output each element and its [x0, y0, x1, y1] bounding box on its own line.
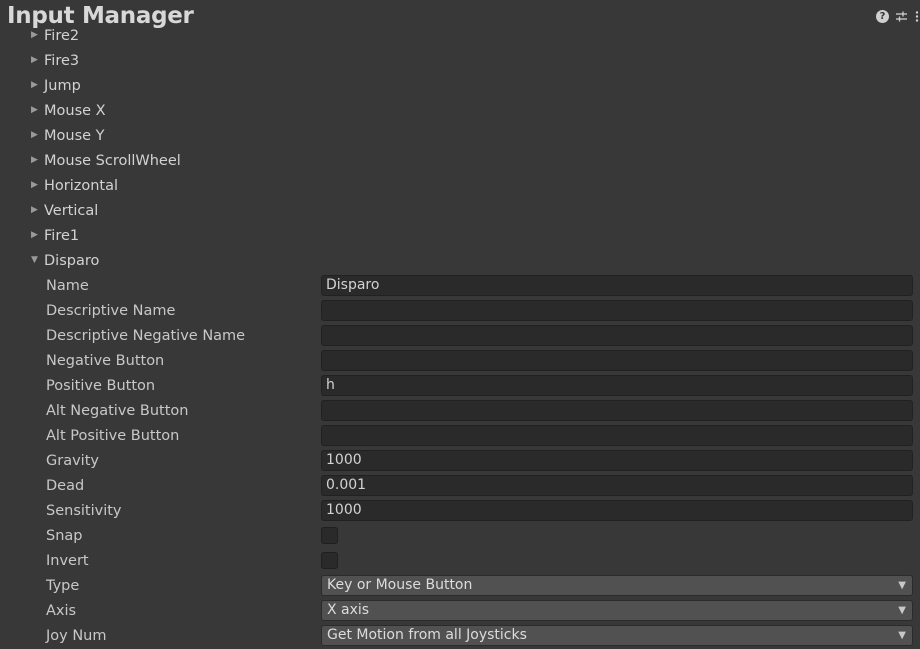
invert-checkbox[interactable]	[321, 552, 338, 569]
negative-button-field[interactable]	[321, 350, 913, 371]
axis-label: Fire3	[44, 53, 80, 69]
property-label: Snap	[46, 528, 83, 544]
type-dropdown[interactable]: Key or Mouse Button ▼	[321, 575, 913, 596]
property-label: Gravity	[46, 453, 99, 469]
alt-positive-button-field[interactable]	[321, 425, 913, 446]
property-label: Positive Button	[46, 378, 156, 394]
property-invert: Invert	[0, 549, 920, 574]
axis-foldout-mouse-y[interactable]: ▶ Mouse Y	[0, 124, 920, 149]
positive-button-field[interactable]: h	[321, 375, 913, 396]
dropdown-arrow-icon: ▼	[898, 605, 906, 616]
more-menu-icon[interactable]	[914, 10, 920, 23]
property-label: Descriptive Name	[46, 303, 176, 319]
property-sensitivity: Sensitivity 1000	[0, 499, 920, 524]
property-label: Descriptive Negative Name	[46, 328, 246, 344]
property-alt-positive-button: Alt Positive Button	[0, 424, 920, 449]
axis-foldout-vertical[interactable]: ▶ Vertical	[0, 199, 920, 224]
help-icon[interactable]: ?	[876, 10, 889, 23]
axis-foldout-mouse-x[interactable]: ▶ Mouse X	[0, 99, 920, 124]
dropdown-value: Key or Mouse Button	[327, 577, 473, 593]
gravity-field[interactable]: 1000	[321, 450, 913, 471]
expand-arrow-icon[interactable]: ▶	[29, 105, 40, 116]
sensitivity-field[interactable]: 1000	[321, 500, 913, 521]
axis-label: Disparo	[44, 253, 100, 269]
axis-label: Mouse ScrollWheel	[44, 153, 181, 169]
property-alt-negative-button: Alt Negative Button	[0, 399, 920, 424]
property-snap: Snap	[0, 524, 920, 549]
joy-num-dropdown[interactable]: Get Motion from all Joysticks ▼	[321, 625, 913, 646]
property-label: Alt Negative Button	[46, 403, 189, 419]
property-dead: Dead 0.001	[0, 474, 920, 499]
property-positive-button: Positive Button h	[0, 374, 920, 399]
property-label: Dead	[46, 478, 85, 494]
snap-checkbox[interactable]	[321, 527, 338, 544]
expand-arrow-icon[interactable]: ▶	[29, 230, 40, 241]
property-axis: Axis X axis ▼	[0, 599, 920, 624]
property-descriptive-negative-name: Descriptive Negative Name	[0, 324, 920, 349]
property-label: Axis	[46, 603, 77, 619]
property-label: Sensitivity	[46, 503, 122, 519]
expand-arrow-icon[interactable]: ▶	[29, 130, 40, 141]
descriptive-negative-name-field[interactable]	[321, 325, 913, 346]
axis-foldout-fire1[interactable]: ▶ Fire1	[0, 224, 920, 249]
expand-arrow-icon[interactable]: ▶	[29, 155, 40, 166]
axis-foldout-fire3[interactable]: ▶ Fire3	[0, 49, 920, 74]
dropdown-value: X axis	[327, 602, 370, 618]
axes-list: ▶ Fire2 ▶ Fire3 ▶ Jump ▶ Mouse X ▶ Mouse…	[0, 24, 920, 649]
expand-arrow-icon[interactable]: ▶	[29, 55, 40, 66]
axis-label: Fire1	[44, 228, 80, 244]
axis-foldout-disparo[interactable]: ▼ Disparo	[0, 249, 920, 274]
property-gravity: Gravity 1000	[0, 449, 920, 474]
axis-label: Jump	[44, 78, 81, 94]
axis-label: Mouse X	[44, 103, 106, 119]
dropdown-value: Get Motion from all Joysticks	[327, 627, 527, 643]
expand-arrow-icon[interactable]: ▶	[29, 205, 40, 216]
expand-arrow-icon[interactable]: ▶	[29, 180, 40, 191]
property-descriptive-name: Descriptive Name	[0, 299, 920, 324]
expand-arrow-icon[interactable]: ▶	[29, 30, 40, 41]
page-title: Input Manager	[7, 3, 194, 29]
dead-field[interactable]: 0.001	[321, 475, 913, 496]
settings-sliders-icon[interactable]	[895, 10, 908, 23]
axis-label: Horizontal	[44, 178, 119, 194]
axis-foldout-jump[interactable]: ▶ Jump	[0, 74, 920, 99]
alt-negative-button-field[interactable]	[321, 400, 913, 421]
expand-arrow-icon[interactable]: ▶	[29, 80, 40, 91]
axis-dropdown[interactable]: X axis ▼	[321, 600, 913, 621]
axis-label: Vertical	[44, 203, 99, 219]
axis-label: Mouse Y	[44, 128, 105, 144]
axis-foldout-mouse-scrollwheel[interactable]: ▶ Mouse ScrollWheel	[0, 149, 920, 174]
property-label: Joy Num	[46, 628, 107, 644]
input-manager-panel: Input Manager ? ▶ Fire2 ▶ Fire3 ▶ Jump ▶…	[0, 0, 920, 649]
header-icons: ?	[876, 10, 920, 23]
property-label: Invert	[46, 553, 89, 569]
axis-foldout-horizontal[interactable]: ▶ Horizontal	[0, 174, 920, 199]
property-label: Type	[46, 578, 80, 594]
property-label: Negative Button	[46, 353, 165, 369]
descriptive-name-field[interactable]	[321, 300, 913, 321]
dropdown-arrow-icon: ▼	[898, 580, 906, 591]
property-label: Alt Positive Button	[46, 428, 180, 444]
property-joy-num: Joy Num Get Motion from all Joysticks ▼	[0, 624, 920, 649]
name-field[interactable]: Disparo	[321, 275, 913, 296]
collapse-arrow-icon[interactable]: ▼	[29, 255, 40, 266]
property-name: Name Disparo	[0, 274, 920, 299]
property-negative-button: Negative Button	[0, 349, 920, 374]
property-type: Type Key or Mouse Button ▼	[0, 574, 920, 599]
dropdown-arrow-icon: ▼	[898, 630, 906, 641]
property-label: Name	[46, 278, 89, 294]
